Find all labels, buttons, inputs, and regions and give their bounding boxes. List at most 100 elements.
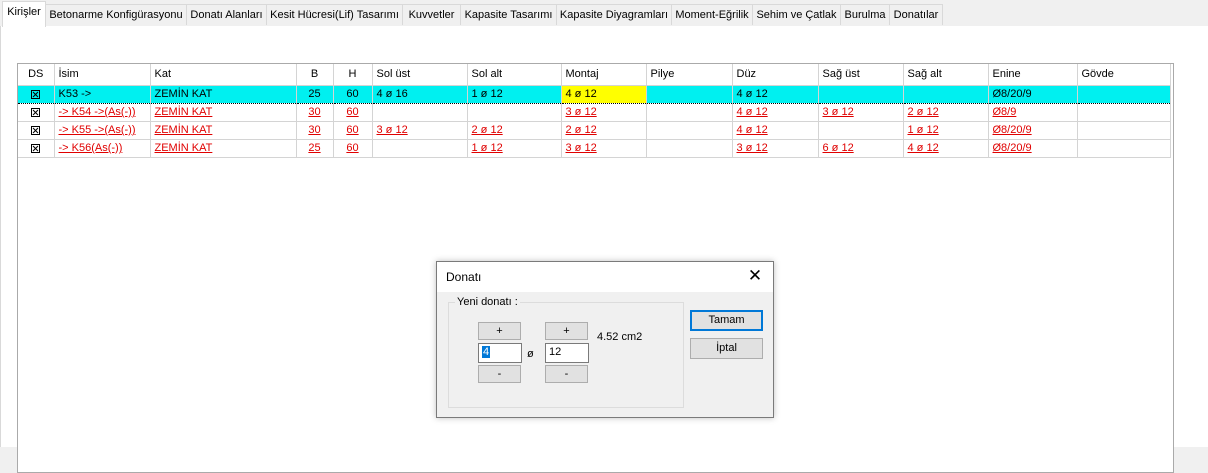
sol-alt-cell[interactable]: 1 ø 12: [467, 139, 562, 158]
column-header-sag-alt[interactable]: Sağ alt: [903, 64, 989, 86]
column-header-sol-ust[interactable]: Sol üst: [372, 64, 468, 86]
kat-link[interactable]: ZEMİN KAT: [155, 142, 213, 154]
b-link[interactable]: 30: [308, 124, 320, 136]
sol-alt-link[interactable]: 1 ø 12: [472, 142, 503, 154]
kat-cell[interactable]: ZEMİN KAT: [150, 84, 297, 104]
montaj-cell[interactable]: 3 ø 12: [561, 139, 647, 158]
b-link[interactable]: 25: [308, 142, 320, 154]
duz-link[interactable]: 4 ø 12: [737, 106, 768, 118]
sag-alt-cell[interactable]: [903, 84, 989, 104]
kat-cell[interactable]: ZEMİN KAT: [150, 121, 297, 140]
duz-cell[interactable]: 3 ø 12: [732, 139, 819, 158]
tab-kuvvetler[interactable]: Kuvvetler: [402, 4, 461, 25]
sag-ust-cell[interactable]: [818, 84, 904, 104]
enine-cell[interactable]: Ø8/9: [988, 103, 1078, 122]
checkbox-checked-icon[interactable]: [31, 89, 41, 99]
enine-link[interactable]: Ø8/20/9: [993, 142, 1032, 154]
name-link[interactable]: -> K54 ->(As(-)): [59, 106, 136, 118]
kat-cell[interactable]: ZEMİN KAT: [150, 103, 297, 122]
montaj-cell[interactable]: 3 ø 12: [561, 103, 647, 122]
table-row[interactable]: -> K54 ->(As(-)) ZEMİN KAT 30 60 3 ø 12 …: [18, 103, 1171, 122]
sag-alt-cell[interactable]: 1 ø 12: [903, 121, 989, 140]
h-link[interactable]: 60: [346, 124, 358, 136]
tab-kesit-hucresi[interactable]: Kesit Hücresi(Lif) Tasarımı: [266, 4, 403, 25]
sol-alt-cell[interactable]: 1 ø 12: [467, 84, 562, 104]
column-header-isim[interactable]: İsim: [54, 64, 151, 86]
sag-ust-link[interactable]: 6 ø 12: [823, 142, 854, 154]
checkbox-checked-icon[interactable]: [31, 107, 41, 117]
tab-moment-egrilik[interactable]: Moment-Eğrilik: [671, 4, 753, 25]
diameter-input[interactable]: 12: [545, 343, 589, 363]
sag-alt-link[interactable]: 2 ø 12: [908, 106, 939, 118]
close-icon[interactable]: ✕: [743, 265, 767, 289]
name-link[interactable]: -> K55 ->(As(-)): [59, 124, 136, 136]
sag-ust-link[interactable]: 3 ø 12: [823, 106, 854, 118]
duz-cell[interactable]: 4 ø 12: [732, 84, 819, 104]
column-header-sag-ust[interactable]: Sağ üst: [818, 64, 904, 86]
b-cell[interactable]: 30: [296, 103, 334, 122]
name-cell[interactable]: -> K54 ->(As(-)): [54, 103, 151, 122]
montaj-cell-active[interactable]: 4 ø 12: [561, 84, 647, 104]
sag-ust-cell[interactable]: 3 ø 12: [818, 103, 904, 122]
duz-cell[interactable]: 4 ø 12: [732, 121, 819, 140]
montaj-link[interactable]: 3 ø 12: [566, 106, 597, 118]
column-header-kat[interactable]: Kat: [150, 64, 297, 86]
cancel-button[interactable]: İptal: [690, 338, 763, 359]
name-cell[interactable]: -> K56(As(-)): [54, 139, 151, 158]
diameter-minus-button[interactable]: -: [545, 365, 588, 383]
tab-donatilar[interactable]: Donatılar: [889, 4, 943, 25]
kat-link[interactable]: ZEMİN KAT: [155, 124, 213, 136]
name-cell[interactable]: -> K55 ->(As(-)): [54, 121, 151, 140]
ok-button[interactable]: Tamam: [690, 310, 763, 331]
h-link[interactable]: 60: [346, 106, 358, 118]
montaj-cell[interactable]: 2 ø 12: [561, 121, 647, 140]
ds-cell[interactable]: [18, 84, 55, 104]
enine-link[interactable]: Ø8/20/9: [993, 124, 1032, 136]
table-row[interactable]: -> K55 ->(As(-)) ZEMİN KAT 30 60 3 ø 12 …: [18, 121, 1171, 140]
sol-alt-link[interactable]: 2 ø 12: [472, 124, 503, 136]
tab-kapasite-diyagramlari[interactable]: Kapasite Diyagramları: [556, 4, 672, 25]
h-cell[interactable]: 60: [333, 103, 373, 122]
count-plus-button[interactable]: +: [478, 322, 521, 340]
enine-link[interactable]: Ø8/9: [993, 106, 1017, 118]
pilye-cell[interactable]: [646, 103, 733, 122]
diameter-plus-button[interactable]: +: [545, 322, 588, 340]
column-header-govde[interactable]: Gövde: [1077, 64, 1171, 86]
sol-ust-cell[interactable]: [372, 139, 468, 158]
kat-link[interactable]: ZEMİN KAT: [155, 106, 213, 118]
column-header-b[interactable]: B: [296, 64, 334, 86]
sol-ust-link[interactable]: 3 ø 12: [377, 124, 408, 136]
table-row-selected[interactable]: K53 -> ZEMİN KAT 25 60 4 ø 16 1 ø 12 4 ø…: [18, 84, 1171, 104]
govde-cell[interactable]: [1077, 139, 1171, 158]
duz-link[interactable]: 4 ø 12: [737, 124, 768, 136]
sag-ust-cell[interactable]: 6 ø 12: [818, 139, 904, 158]
h-link[interactable]: 60: [346, 142, 358, 154]
govde-cell[interactable]: [1077, 103, 1171, 122]
kat-cell[interactable]: ZEMİN KAT: [150, 139, 297, 158]
pilye-cell[interactable]: [646, 84, 733, 104]
column-header-montaj[interactable]: Montaj: [561, 64, 647, 86]
checkbox-checked-icon[interactable]: [31, 143, 41, 153]
tab-kirisler[interactable]: Kirişler: [2, 1, 46, 27]
column-header-h[interactable]: H: [333, 64, 373, 86]
sag-alt-cell[interactable]: 2 ø 12: [903, 103, 989, 122]
ds-cell[interactable]: [18, 121, 55, 140]
name-link[interactable]: -> K56(As(-)): [59, 142, 123, 154]
column-header-pilye[interactable]: Pilye: [646, 64, 733, 86]
b-cell[interactable]: 25: [296, 139, 334, 158]
tab-sehim-ve-catlak[interactable]: Sehim ve Çatlak: [752, 4, 841, 25]
column-header-ds[interactable]: DS: [18, 64, 55, 86]
sol-alt-cell[interactable]: 2 ø 12: [467, 121, 562, 140]
sol-alt-cell[interactable]: [467, 103, 562, 122]
montaj-link[interactable]: 3 ø 12: [566, 142, 597, 154]
checkbox-checked-icon[interactable]: [31, 125, 41, 135]
sol-ust-cell[interactable]: 4 ø 16: [372, 84, 468, 104]
name-cell[interactable]: K53 ->: [54, 84, 151, 104]
b-cell[interactable]: 30: [296, 121, 334, 140]
column-header-sol-alt[interactable]: Sol alt: [467, 64, 562, 86]
column-header-enine[interactable]: Enine: [988, 64, 1078, 86]
pilye-cell[interactable]: [646, 121, 733, 140]
duz-cell[interactable]: 4 ø 12: [732, 103, 819, 122]
enine-cell[interactable]: Ø8/20/9: [988, 84, 1078, 104]
dialog-title-bar[interactable]: Donatı ✕: [437, 262, 773, 292]
